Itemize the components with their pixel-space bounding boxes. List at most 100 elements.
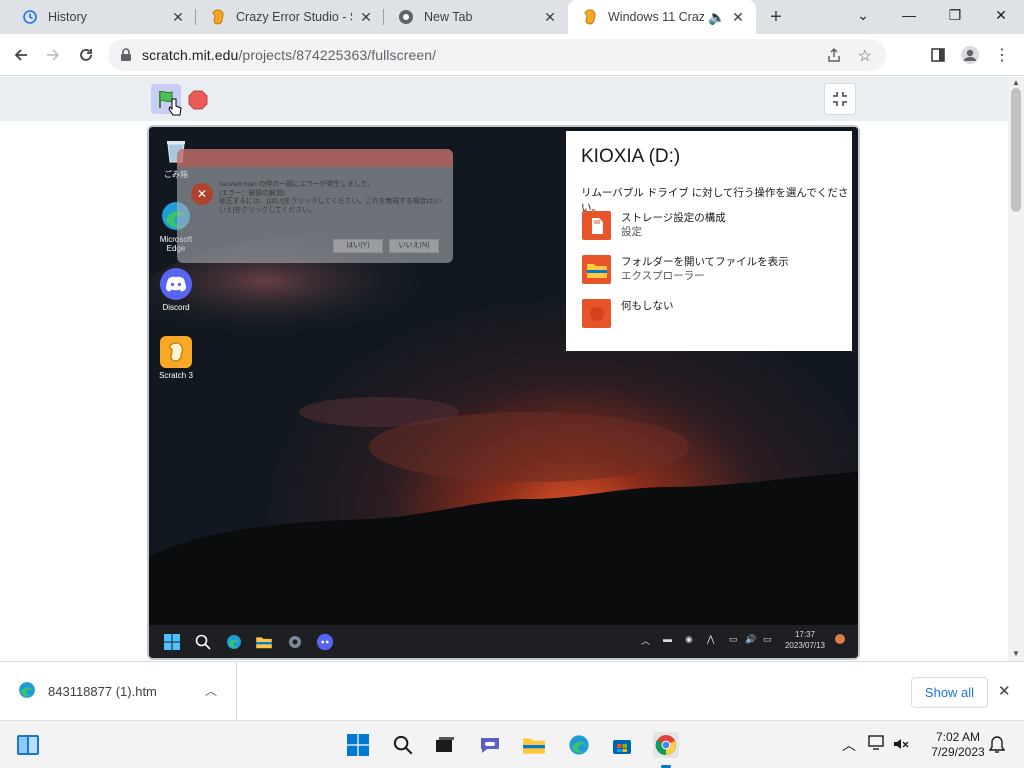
scratch-stage[interactable]: ごみ箱 Microsoft Edge Discord Scratch 3 ✕ h… <box>147 125 860 660</box>
tab-title: New Tab <box>424 10 473 24</box>
task-view-icon[interactable] <box>432 732 458 758</box>
exit-fullscreen-button[interactable] <box>824 83 856 115</box>
discord-icon <box>160 268 192 300</box>
tray-discord-icon: ◉ <box>685 634 693 644</box>
scroll-up-arrow-icon[interactable]: ▲ <box>1012 78 1020 87</box>
bookmark-star-icon[interactable]: ☆ <box>858 46 872 66</box>
close-window-button[interactable]: ✕ <box>978 0 1024 30</box>
start-icon[interactable] <box>163 633 181 651</box>
close-tab-icon[interactable]: ✕ <box>542 9 558 25</box>
discord-icon[interactable] <box>316 633 334 651</box>
show-all-button[interactable]: Show all <box>911 677 988 708</box>
desktop-icon-discord[interactable]: Discord <box>151 268 201 312</box>
autoplay-panel: KIOXIA (D:) リムーバブル ドライブ に対して行う操作を選んでください… <box>566 131 852 351</box>
start-icon[interactable] <box>345 732 371 758</box>
scratch-player-controls <box>0 77 1008 121</box>
scrollbar-thumb[interactable] <box>1011 88 1021 212</box>
teams-chat-icon[interactable] <box>477 732 503 758</box>
stop-button[interactable] <box>188 90 208 110</box>
tray-chevron-icon[interactable]: ︿ <box>842 735 856 755</box>
tray-chevron-icon[interactable]: ︿ <box>641 634 650 647</box>
tray-network-icon: ▭ <box>729 634 738 644</box>
lock-icon <box>121 48 131 61</box>
scratch-icon <box>582 9 598 25</box>
autoplay-title: KIOXIA (D:) <box>581 146 681 167</box>
browser-toolbar: scratch.mit.edu/projects/874225363/fulls… <box>0 34 1024 76</box>
error-icon: ✕ <box>191 183 213 205</box>
close-shelf-icon[interactable]: ✕ <box>998 682 1011 700</box>
tray-volume-muted-icon[interactable] <box>893 736 909 755</box>
mouse-cursor-icon <box>167 97 183 119</box>
autoplay-option-storage-settings[interactable]: ストレージ設定の構成 設定 <box>582 211 726 240</box>
autoplay-option-open-folder[interactable]: フォルダーを開いてファイルを表示 エクスプローラー <box>582 255 789 284</box>
minimize-button[interactable]: — <box>886 0 932 30</box>
side-panel-button[interactable] <box>923 40 953 70</box>
close-tab-icon[interactable]: ✕ <box>358 9 374 25</box>
file-explorer-icon[interactable] <box>521 732 547 758</box>
autoplay-option-do-nothing[interactable]: 何もしない <box>582 299 674 328</box>
reload-button[interactable] <box>71 40 101 70</box>
tray-display-icon[interactable] <box>868 735 886 754</box>
tab-new-tab[interactable]: New Tab ✕ <box>384 0 568 34</box>
tab-search-button[interactable]: ⌄ <box>840 0 886 30</box>
tray-notification-icon[interactable] <box>835 634 845 646</box>
scroll-down-arrow-icon[interactable]: ▼ <box>1012 649 1020 658</box>
download-shelf: 843118877 (1).htm ︿ Show all ✕ <box>0 661 1024 721</box>
forward-arrow-icon <box>47 49 60 61</box>
close-tab-icon[interactable]: ✕ <box>730 9 746 25</box>
history-icon <box>22 9 38 25</box>
page-scrollbar[interactable]: ▲ ▼ <box>1008 77 1024 661</box>
option-label: フォルダーを開いてファイルを表示 <box>621 256 789 268</box>
page-content: ごみ箱 Microsoft Edge Discord Scratch 3 ✕ h… <box>0 77 1008 661</box>
microsoft-store-icon[interactable] <box>609 732 635 758</box>
search-icon[interactable] <box>194 633 212 651</box>
widgets-icon[interactable] <box>15 732 41 758</box>
folder-icon <box>582 255 611 284</box>
edge-file-icon <box>18 681 36 702</box>
tab-windows-11-crazy[interactable]: Windows 11 Crazy 🔈 ✕ <box>568 0 756 34</box>
error-message: haswell man の仲の一部にエラーが発生しました。 (エラー：破損の解消… <box>219 181 442 214</box>
option-label: 何もしない <box>621 300 674 312</box>
settings-gear-icon[interactable] <box>286 633 304 651</box>
menu-kebab-icon[interactable]: ⋮ <box>987 40 1017 70</box>
download-item[interactable]: 843118877 (1).htm ︿ <box>0 662 237 721</box>
search-icon[interactable] <box>390 732 416 758</box>
edge-icon[interactable] <box>225 633 243 651</box>
restore-button[interactable]: ❐ <box>932 0 978 30</box>
share-icon[interactable] <box>826 47 842 66</box>
error-dialog: ✕ haswell man の仲の一部にエラーが発生しました。 (エラー：破損の… <box>177 149 453 263</box>
tab-title: Windows 11 Crazy <box>608 10 704 24</box>
desktop-icon-label: Discord <box>162 303 190 312</box>
back-button[interactable] <box>6 40 36 70</box>
forward-button[interactable] <box>38 40 68 70</box>
tray-volume-icon: 🔊 <box>745 634 757 644</box>
profile-button[interactable] <box>955 40 985 70</box>
clock-date: 7/29/2023 <box>931 745 985 759</box>
address-bar[interactable]: scratch.mit.edu/projects/874225363/fulls… <box>108 39 886 71</box>
chrome-icon[interactable] <box>653 732 679 758</box>
tab-crazy-error-studio[interactable]: Crazy Error Studio - Sc ✕ <box>196 0 384 34</box>
tray-keyboard-icon: ▬ <box>663 634 672 644</box>
side-panel-icon <box>931 48 945 62</box>
desktop-icon-scratch[interactable]: Scratch 3 <box>151 336 201 380</box>
tab-title: History <box>48 10 87 24</box>
simulated-clock[interactable]: 17:37 2023/07/13 <box>779 629 831 651</box>
edge-icon[interactable] <box>566 732 592 758</box>
option-sub: 設定 <box>621 226 642 238</box>
tab-strip: History ✕ Crazy Error Studio - Sc ✕ New … <box>0 0 1024 34</box>
new-tab-button[interactable]: + <box>764 6 788 28</box>
url-text: scratch.mit.edu/projects/874225363/fulls… <box>142 47 437 63</box>
chrome-icon <box>398 9 414 25</box>
system-clock[interactable]: 7:02 AM 7/29/2023 <box>920 730 996 760</box>
file-explorer-icon[interactable] <box>255 633 273 651</box>
option-label: ストレージ設定の構成 <box>621 212 726 224</box>
error-no-button[interactable]: いいえ(N) <box>389 239 439 253</box>
close-tab-icon[interactable]: ✕ <box>170 9 186 25</box>
speaker-icon[interactable]: 🔈 <box>708 9 725 25</box>
tab-history[interactable]: History ✕ <box>8 0 196 34</box>
desktop-icon-label: Scratch 3 <box>159 371 193 380</box>
option-sub: エクスプローラー <box>621 270 705 282</box>
notification-bell-icon[interactable] <box>988 736 1006 757</box>
chevron-up-icon[interactable]: ︿ <box>205 682 217 699</box>
error-yes-button[interactable]: はい(Y) <box>333 239 383 253</box>
